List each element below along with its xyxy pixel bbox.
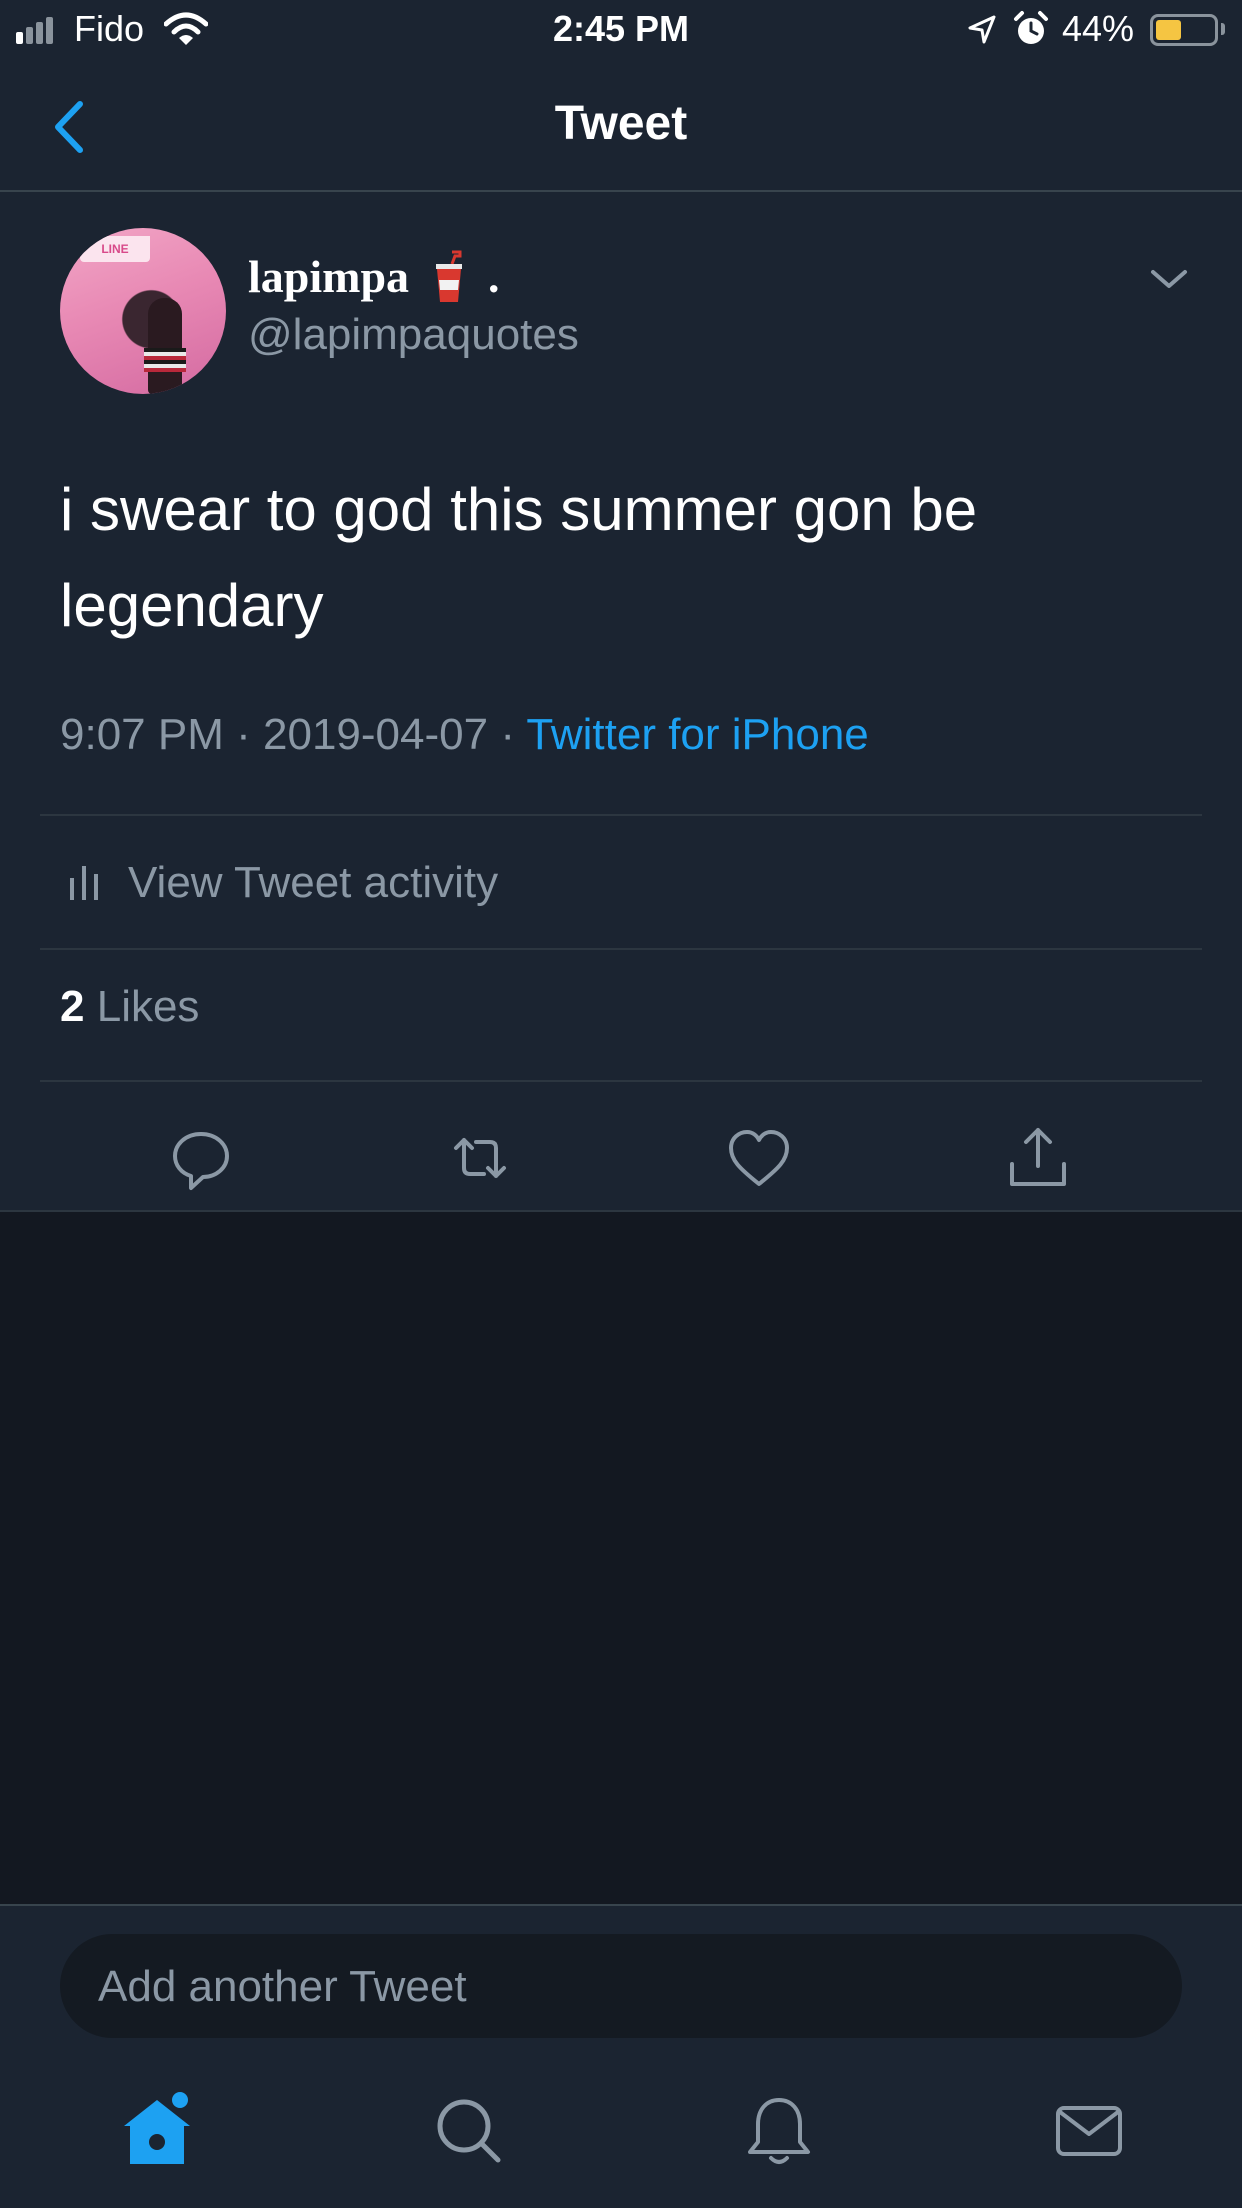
tab-home[interactable] [112, 2086, 202, 2176]
status-time: 2:45 PM [552, 8, 690, 49]
likes-count: 2 [60, 982, 85, 1031]
avatar-figure [148, 298, 182, 394]
likes-summary[interactable]: 2 Likes [60, 982, 199, 1032]
tab-search[interactable] [424, 2086, 514, 2176]
heart-icon [729, 1130, 789, 1186]
tweet-metadata: 9:07 PM · 2019-04-07 · Twitter for iPhon… [60, 710, 869, 760]
bottom-area: Add another Tweet [0, 1904, 1242, 2208]
tab-notifications[interactable] [734, 2086, 824, 2176]
location-icon [968, 15, 996, 44]
battery-icon [1150, 14, 1218, 46]
tweet-detail: LINE lapimpa . @lapimpaquotes i swear to… [0, 192, 1242, 1212]
notifications-icon [748, 2098, 810, 2164]
tweet-options-button[interactable] [1148, 264, 1190, 294]
retweet-button[interactable] [440, 1118, 520, 1198]
avatar-stripes [144, 348, 186, 372]
author-handle[interactable]: @lapimpaquotes [248, 310, 579, 360]
search-icon [437, 2099, 501, 2163]
author-display-name[interactable]: lapimpa [248, 250, 409, 303]
battery-level-fill [1156, 20, 1181, 40]
chevron-down-icon [1151, 270, 1187, 288]
avatar-sign: LINE [80, 236, 150, 262]
likes-label: Likes [96, 982, 200, 1031]
battery-nub [1221, 23, 1225, 35]
bar-chart-icon [70, 866, 98, 900]
page-title: Tweet [554, 97, 688, 150]
divider [40, 1080, 1202, 1082]
avatar[interactable]: LINE [60, 228, 226, 394]
add-tweet-input[interactable]: Add another Tweet [60, 1934, 1182, 2038]
messages-icon [1056, 2106, 1122, 2156]
view-tweet-activity-label: View Tweet activity [128, 858, 499, 907]
alarm-icon [1014, 11, 1048, 44]
view-tweet-activity-button[interactable]: View Tweet activity [40, 816, 1202, 946]
reply-button[interactable] [161, 1118, 241, 1198]
tweet-date: 2019-04-07 [263, 710, 489, 759]
share-icon [1010, 1128, 1066, 1186]
author-name-suffix: . [488, 251, 500, 302]
divider [40, 948, 1202, 950]
nav-bar: Tweet [0, 62, 1242, 192]
battery-percent: 44% [1062, 8, 1135, 49]
tweet-time: 9:07 PM [60, 710, 224, 759]
share-button[interactable] [998, 1118, 1078, 1198]
cup-with-straw-icon [436, 250, 462, 302]
add-tweet-placeholder: Add another Tweet [98, 1962, 467, 2011]
reply-icon [173, 1132, 229, 1190]
tweet-text: i swear to god this summer gon be legend… [60, 476, 978, 639]
tweet-source-link[interactable]: Twitter for iPhone [526, 710, 868, 759]
tab-messages[interactable] [1044, 2086, 1134, 2176]
meta-separator: · [236, 710, 251, 759]
like-button[interactable] [719, 1118, 799, 1198]
home-icon [124, 2092, 190, 2164]
status-bar: Fido 2:45 PM 44% [0, 0, 1242, 62]
retweet-icon [454, 1138, 506, 1178]
meta-separator: · [500, 710, 515, 759]
